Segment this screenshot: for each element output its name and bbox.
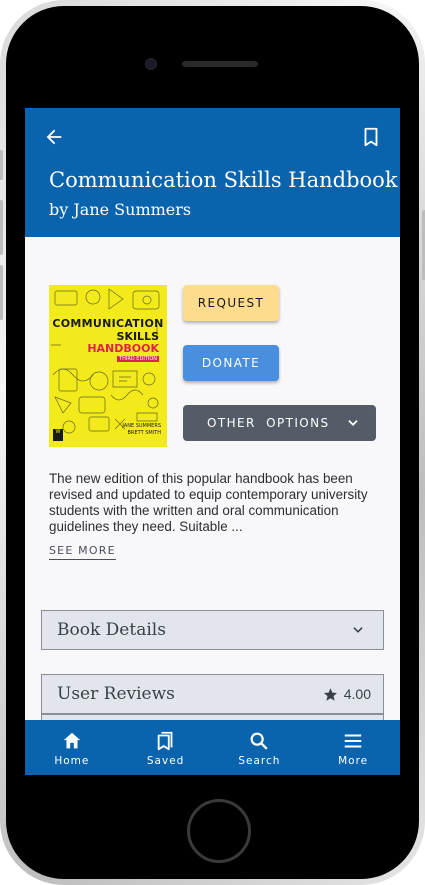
cover-edition: THIRD EDITION: [117, 356, 159, 362]
menu-icon: [344, 734, 362, 748]
front-camera: [145, 58, 157, 70]
star-icon: [323, 687, 337, 701]
cover-title-line3: HANDBOOK: [87, 342, 159, 355]
tab-search-label: Search: [238, 755, 281, 767]
home-button[interactable]: [187, 799, 251, 863]
book-content: COMMUNICATION SKILLS HANDBOOK THIRD EDIT…: [25, 237, 400, 724]
book-cover-image[interactable]: COMMUNICATION SKILLS HANDBOOK THIRD EDIT…: [49, 285, 167, 447]
donate-button[interactable]: DONATE: [183, 345, 279, 381]
cover-author-1: JANE SUMMERS: [122, 423, 161, 429]
mute-switch: [0, 150, 3, 180]
bookmark-icon[interactable]: [360, 126, 382, 148]
bottom-tab-bar: Home Saved Search More: [25, 720, 400, 775]
user-reviews-label: User Reviews: [57, 684, 175, 704]
average-rating: 4.00: [323, 686, 371, 702]
app-header: Communication Skills Handbook by Jane Su…: [25, 108, 400, 237]
rating-value: 4.00: [343, 686, 371, 702]
request-button[interactable]: REQUEST: [183, 285, 279, 321]
search-icon: [250, 732, 269, 750]
chevron-down-icon: [353, 627, 363, 633]
book-details-label: Book Details: [57, 620, 166, 640]
book-title: Communication Skills Handbook: [49, 168, 398, 192]
home-icon: [63, 732, 81, 749]
tab-saved[interactable]: Saved: [119, 720, 213, 775]
volume-down-button: [0, 265, 3, 320]
cover-author-2: BRETT SMITH: [127, 430, 161, 436]
saved-icon: [157, 731, 173, 751]
tab-more-label: More: [338, 755, 369, 767]
other-options-button[interactable]: OTHER OPTIONS: [183, 405, 376, 441]
tab-home[interactable]: Home: [25, 720, 119, 775]
cover-authors: JANE SUMMERS BRETT SMITH: [122, 423, 161, 437]
earpiece-speaker: [182, 61, 258, 67]
volume-up-button: [0, 200, 3, 255]
back-arrow-icon[interactable]: [43, 126, 65, 148]
tab-home-label: Home: [54, 755, 90, 767]
user-reviews-section[interactable]: User Reviews 4.00: [41, 674, 384, 714]
see-more-link[interactable]: SEE MORE: [49, 544, 116, 560]
book-author: by Jane Summers: [49, 200, 192, 219]
other-options-label: OTHER OPTIONS: [207, 416, 330, 430]
publisher-logo: W: [53, 429, 63, 441]
book-description: The new edition of this popular handbook…: [49, 471, 368, 534]
tab-saved-label: Saved: [146, 755, 185, 767]
tab-search[interactable]: Search: [213, 720, 307, 775]
tab-more[interactable]: More: [306, 720, 400, 775]
cover-title-line1: COMMUNICATION: [52, 317, 164, 330]
app-screen: Communication Skills Handbook by Jane Su…: [25, 108, 400, 775]
book-details-section[interactable]: Book Details: [41, 610, 384, 650]
chevron-down-icon: [348, 420, 358, 426]
